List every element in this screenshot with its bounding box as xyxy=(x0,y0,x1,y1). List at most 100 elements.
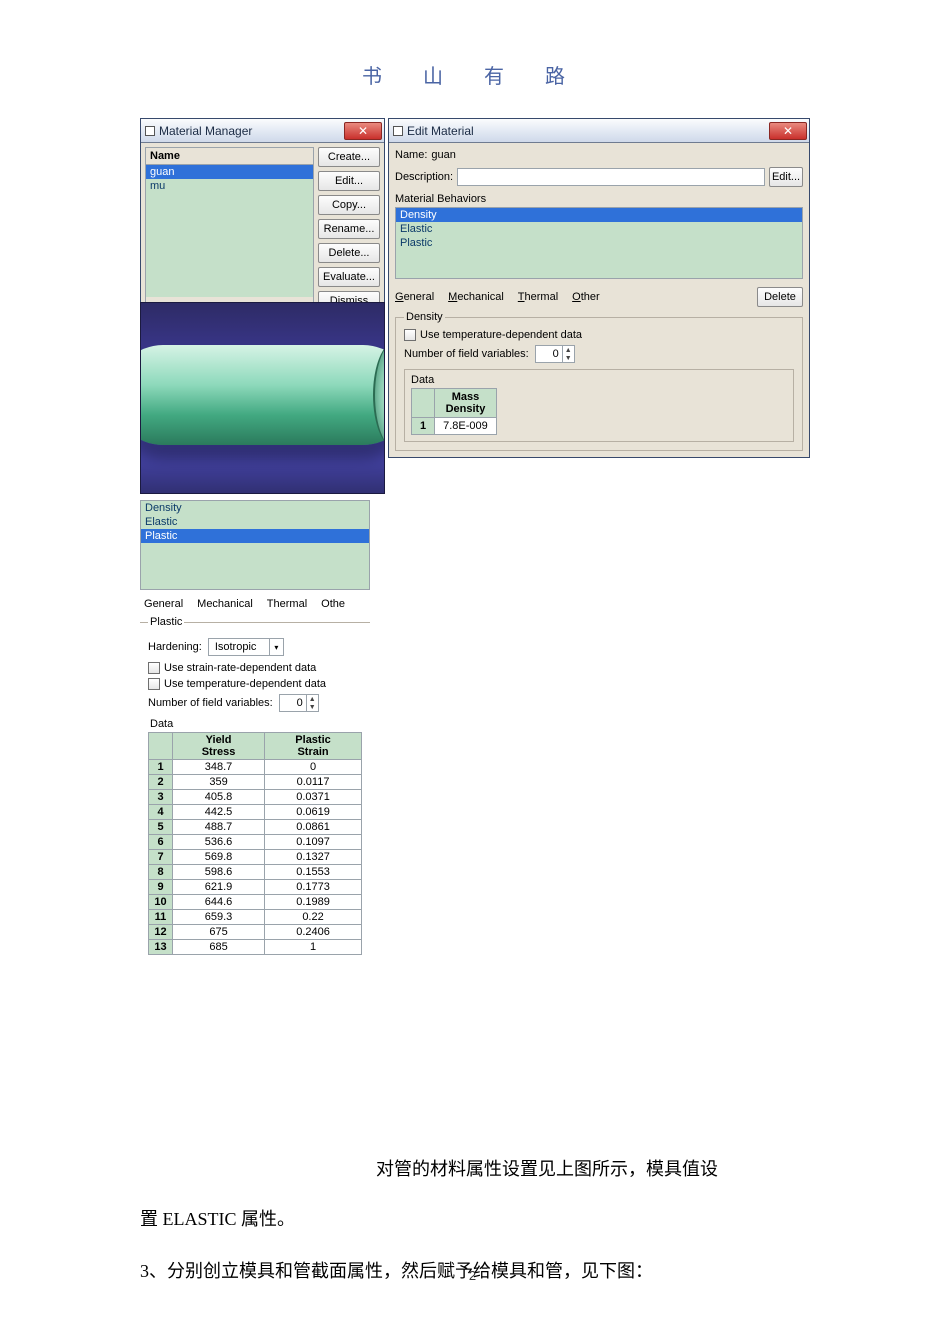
rename-button[interactable]: Rename... xyxy=(318,219,380,239)
body-text-2: 置 ELASTIC 属性。 xyxy=(140,1200,840,1240)
table-row[interactable]: 9621.90.1773 xyxy=(149,880,362,895)
plastic-strain-cell[interactable]: 1 xyxy=(265,940,362,955)
table-row[interactable]: 1348.70 xyxy=(149,760,362,775)
menu-thermal[interactable]: Thermal xyxy=(267,598,307,610)
row-index: 8 xyxy=(149,865,173,880)
behavior-item[interactable]: Plastic xyxy=(141,529,369,543)
table-row[interactable]: 11659.30.22 xyxy=(149,910,362,925)
plastic-strain-cell[interactable]: 0 xyxy=(265,760,362,775)
temp-dependent-checkbox[interactable] xyxy=(404,329,416,341)
chevron-down-icon[interactable]: ▾ xyxy=(269,639,283,655)
yield-stress-cell[interactable]: 685 xyxy=(173,940,265,955)
description-input[interactable] xyxy=(457,168,765,186)
table-row: 1 7.8E-009 xyxy=(412,418,497,435)
plastic-strain-cell[interactable]: 0.0117 xyxy=(265,775,362,790)
nfv-spinner[interactable]: 0 ▲ ▼ xyxy=(535,345,575,363)
spinner-up-icon[interactable]: ▲ xyxy=(306,695,318,703)
plastic-strain-cell[interactable]: 0.1773 xyxy=(265,880,362,895)
plastic-strain-cell[interactable]: 0.0861 xyxy=(265,820,362,835)
menu-other[interactable]: Othe xyxy=(321,598,345,610)
table-row[interactable]: 136851 xyxy=(149,940,362,955)
copy-button[interactable]: Copy... xyxy=(318,195,380,215)
plastic-table[interactable]: Yield Stress Plastic Strain 1348.7023590… xyxy=(148,732,362,955)
col-header-strain: Plastic Strain xyxy=(265,733,362,760)
yield-stress-cell[interactable]: 405.8 xyxy=(173,790,265,805)
row-index: 5 xyxy=(149,820,173,835)
table-row[interactable]: 6536.60.1097 xyxy=(149,835,362,850)
material-manager-window: Material Manager ✕ Name guan mu Create..… xyxy=(140,118,385,316)
menu-mechanical[interactable]: Mechanical xyxy=(197,598,253,610)
row-index: 12 xyxy=(149,925,173,940)
table-row[interactable]: 5488.70.0861 xyxy=(149,820,362,835)
behavior-item[interactable]: Density xyxy=(396,208,802,222)
temp-dependent-label: Use temperature-dependent data xyxy=(164,678,326,690)
menu-other[interactable]: Other xyxy=(572,291,600,303)
yield-stress-cell[interactable]: 644.6 xyxy=(173,895,265,910)
yield-stress-cell[interactable]: 536.6 xyxy=(173,835,265,850)
window-title: Edit Material xyxy=(407,124,474,138)
yield-stress-cell[interactable]: 569.8 xyxy=(173,850,265,865)
density-legend: Density xyxy=(404,311,445,323)
plastic-strain-cell[interactable]: 0.2406 xyxy=(265,925,362,940)
yield-stress-cell[interactable]: 348.7 xyxy=(173,760,265,775)
table-row[interactable]: 8598.60.1553 xyxy=(149,865,362,880)
behavior-item[interactable]: Elastic xyxy=(141,515,369,529)
behavior-item[interactable]: Elastic xyxy=(396,222,802,236)
behavior-item[interactable]: Plastic xyxy=(396,236,802,250)
table-row[interactable]: 7569.80.1327 xyxy=(149,850,362,865)
yield-stress-cell[interactable]: 442.5 xyxy=(173,805,265,820)
menu-general[interactable]: General xyxy=(144,598,183,610)
behaviors-list-2[interactable]: Density Elastic Plastic xyxy=(140,500,370,590)
evaluate-button[interactable]: Evaluate... xyxy=(318,267,380,287)
plastic-strain-cell[interactable]: 0.22 xyxy=(265,910,362,925)
close-icon[interactable]: ✕ xyxy=(344,122,382,140)
plastic-strain-cell[interactable]: 0.0371 xyxy=(265,790,362,805)
materials-list[interactable]: Name guan mu xyxy=(145,147,314,311)
nfv-spinner[interactable]: 0 ▲ ▼ xyxy=(279,694,319,712)
density-table[interactable]: Mass Density 1 7.8E-009 xyxy=(411,388,497,435)
behavior-item[interactable]: Density xyxy=(141,501,369,515)
yield-stress-cell[interactable]: 621.9 xyxy=(173,880,265,895)
table-row[interactable]: 3405.80.0371 xyxy=(149,790,362,805)
col-header: Mass Density xyxy=(435,389,497,418)
data-label: Data xyxy=(150,718,362,730)
name-value: guan xyxy=(431,149,455,161)
menu-thermal[interactable]: Thermal xyxy=(518,291,558,303)
create-button[interactable]: Create... xyxy=(318,147,380,167)
name-label: Name: xyxy=(395,149,427,161)
edit-button[interactable]: Edit... xyxy=(318,171,380,191)
plastic-strain-cell[interactable]: 0.1553 xyxy=(265,865,362,880)
spinner-down-icon[interactable]: ▼ xyxy=(306,703,318,711)
plastic-strain-cell[interactable]: 0.1327 xyxy=(265,850,362,865)
delete-button[interactable]: Delete... xyxy=(318,243,380,263)
table-row[interactable]: 23590.0117 xyxy=(149,775,362,790)
strain-rate-label: Use strain-rate-dependent data xyxy=(164,662,316,674)
yield-stress-cell[interactable]: 359 xyxy=(173,775,265,790)
strain-rate-checkbox[interactable] xyxy=(148,662,160,674)
delete-behavior-button[interactable]: Delete xyxy=(757,287,803,307)
list-item[interactable]: mu xyxy=(146,179,313,193)
close-icon[interactable]: ✕ xyxy=(769,122,807,140)
table-row[interactable]: 126750.2406 xyxy=(149,925,362,940)
table-row[interactable]: 10644.60.1989 xyxy=(149,895,362,910)
temp-dependent-checkbox[interactable] xyxy=(148,678,160,690)
model-viewport[interactable] xyxy=(140,302,385,494)
yield-stress-cell[interactable]: 598.6 xyxy=(173,865,265,880)
list-item[interactable]: guan xyxy=(146,165,313,179)
description-edit-button[interactable]: Edit... xyxy=(769,167,803,187)
hardening-combo[interactable]: Isotropic ▾ xyxy=(208,638,284,656)
plastic-strain-cell[interactable]: 0.1097 xyxy=(265,835,362,850)
plastic-panel: Density Elastic Plastic General Mechanic… xyxy=(140,500,370,963)
plastic-strain-cell[interactable]: 0.1989 xyxy=(265,895,362,910)
behaviors-list[interactable]: Density Elastic Plastic xyxy=(395,207,803,279)
yield-stress-cell[interactable]: 659.3 xyxy=(173,910,265,925)
table-row[interactable]: 4442.50.0619 xyxy=(149,805,362,820)
menu-mechanical[interactable]: Mechanical xyxy=(448,291,504,303)
yield-stress-cell[interactable]: 675 xyxy=(173,925,265,940)
yield-stress-cell[interactable]: 488.7 xyxy=(173,820,265,835)
plastic-strain-cell[interactable]: 0.0619 xyxy=(265,805,362,820)
row-index: 11 xyxy=(149,910,173,925)
spinner-up-icon[interactable]: ▲ xyxy=(562,346,574,354)
spinner-down-icon[interactable]: ▼ xyxy=(562,354,574,362)
menu-general[interactable]: General xyxy=(395,291,434,303)
